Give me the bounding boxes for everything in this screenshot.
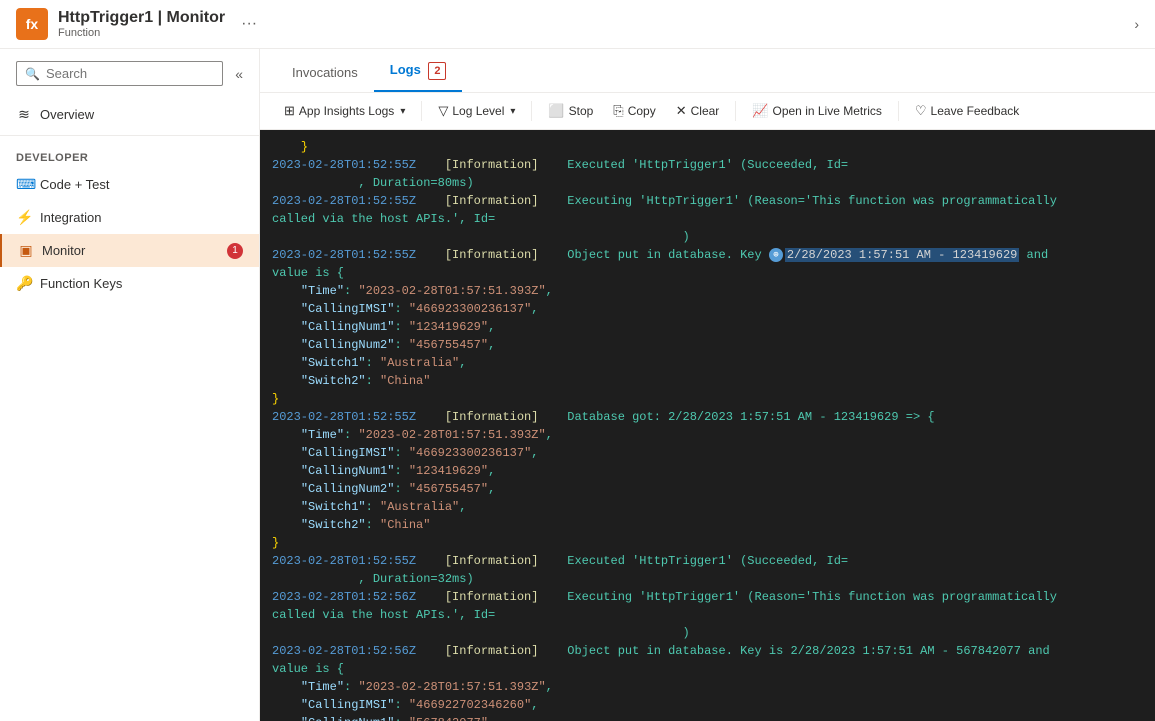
main-layout: 🔍 « ≋ Overview Developer ⌨ Code + Test ⚡… — [0, 49, 1155, 721]
log-line: "CallingIMSI": "466923300236137", — [272, 300, 1143, 318]
app-insights-icon: ⊞ — [284, 103, 295, 119]
sidebar-section-developer: Developer — [0, 140, 259, 168]
leave-feedback-button[interactable]: ♡ Leave Feedback — [907, 99, 1027, 123]
log-line: "Time": "2023-02-28T01:57:51.393Z", — [272, 426, 1143, 444]
clear-icon: ✕ — [676, 103, 687, 119]
toolbar-separator-1 — [421, 101, 422, 121]
function-keys-icon: 🔑 — [16, 275, 32, 292]
monitor-icon: ▣ — [18, 242, 34, 259]
log-line: } — [272, 138, 1143, 156]
search-input[interactable] — [46, 66, 214, 81]
log-line: } — [272, 390, 1143, 408]
log-line: 2023-02-28T01:52:55Z [Information] Execu… — [272, 156, 1143, 174]
sidebar-item-label: Monitor — [42, 243, 85, 258]
search-area: 🔍 « — [0, 49, 259, 98]
search-icon: 🔍 — [25, 67, 40, 81]
log-line: } — [272, 534, 1143, 552]
app-insights-logs-button[interactable]: ⊞ App Insights Logs — [276, 99, 413, 123]
metrics-icon: 📈 — [752, 103, 768, 119]
page-subtitle: Function — [58, 27, 225, 39]
log-line: "CallingNum1": "567842077", — [272, 714, 1143, 721]
logs-badge: 2 — [428, 62, 446, 80]
log-line: "CallingNum2": "456755457", — [272, 480, 1143, 498]
monitor-badge: 1 — [227, 243, 243, 259]
feedback-icon: ♡ — [915, 103, 927, 119]
log-line: value is { — [272, 264, 1143, 282]
overview-icon: ≋ — [16, 106, 32, 123]
toolbar-separator-4 — [898, 101, 899, 121]
log-line: "CallingIMSI": "466922702346260", — [272, 696, 1143, 714]
app-icon: fx — [16, 8, 48, 40]
sidebar-item-function-keys[interactable]: 🔑 Function Keys — [0, 267, 259, 300]
header-ellipsis-icon[interactable]: ··· — [241, 15, 257, 33]
stop-icon: ⬜ — [548, 103, 564, 119]
log-line: "CallingNum1": "123419629", — [272, 462, 1143, 480]
tabs-bar: Invocations Logs 2 — [260, 49, 1155, 93]
toolbar-separator-2 — [531, 101, 532, 121]
collapse-sidebar-icon[interactable]: « — [235, 66, 243, 82]
header-title-group: HttpTrigger1 | Monitor Function — [58, 9, 225, 39]
filter-icon: ▽ — [438, 103, 448, 119]
sidebar-item-code-test[interactable]: ⌨ Code + Test — [0, 168, 259, 201]
log-line: ) — [272, 624, 1143, 642]
sidebar-item-monitor[interactable]: ▣ Monitor 1 — [0, 234, 259, 267]
log-line: "Switch2": "China" — [272, 372, 1143, 390]
log-line: "CallingNum2": "456755457", — [272, 336, 1143, 354]
log-line: 2023-02-28T01:52:55Z [Information] Execu… — [272, 192, 1143, 210]
log-line: "CallingIMSI": "466923300236137", — [272, 444, 1143, 462]
tab-logs[interactable]: Logs 2 — [374, 52, 463, 92]
log-level-button[interactable]: ▽ Log Level — [430, 99, 523, 123]
sidebar-item-integration[interactable]: ⚡ Integration — [0, 201, 259, 234]
content-area: Invocations Logs 2 ⊞ App Insights Logs ▽… — [260, 49, 1155, 721]
toolbar-separator-3 — [735, 101, 736, 121]
log-line: , Duration=32ms) — [272, 570, 1143, 588]
sidebar-item-label: Overview — [40, 107, 94, 122]
sidebar-item-label: Function Keys — [40, 276, 122, 291]
log-line: value is { — [272, 660, 1143, 678]
log-line: called via the host APIs.', Id= — [272, 606, 1143, 624]
sidebar-divider — [0, 135, 259, 136]
toolbar: ⊞ App Insights Logs ▽ Log Level ⬜ Stop ⎘… — [260, 93, 1155, 130]
clear-button[interactable]: ✕ Clear — [668, 99, 728, 123]
sidebar-item-overview[interactable]: ≋ Overview — [0, 98, 259, 131]
log-line: , Duration=80ms) — [272, 174, 1143, 192]
copy-icon: ⎘ — [613, 103, 623, 119]
log-line: "CallingNum1": "123419629", — [272, 318, 1143, 336]
code-icon: ⌨ — [16, 176, 32, 193]
header-expand-icon[interactable]: › — [1134, 16, 1139, 32]
top-header: fx HttpTrigger1 | Monitor Function ··· › — [0, 0, 1155, 49]
log-line-highlight: 2023-02-28T01:52:55Z [Information] Objec… — [272, 246, 1143, 264]
log-console[interactable]: } 2023-02-28T01:52:55Z [Information] Exe… — [260, 130, 1155, 721]
sidebar-item-label: Integration — [40, 210, 101, 225]
log-line: "Time": "2023-02-28T01:57:51.393Z", — [272, 678, 1143, 696]
log-line: 2023-02-28T01:52:55Z [Information] Execu… — [272, 552, 1143, 570]
sidebar-item-label: Code + Test — [40, 177, 110, 192]
page-title: HttpTrigger1 | Monitor — [58, 9, 225, 27]
open-live-metrics-button[interactable]: 📈 Open in Live Metrics — [744, 99, 890, 123]
sidebar: 🔍 « ≋ Overview Developer ⌨ Code + Test ⚡… — [0, 49, 260, 721]
integration-icon: ⚡ — [16, 209, 32, 226]
log-line: called via the host APIs.', Id= — [272, 210, 1143, 228]
log-line: "Switch1": "Australia", — [272, 354, 1143, 372]
log-line: 2023-02-28T01:52:56Z [Information] Execu… — [272, 588, 1143, 606]
copy-button[interactable]: ⎘ Copy — [605, 99, 663, 123]
tab-invocations[interactable]: Invocations — [276, 55, 374, 92]
log-line: "Switch1": "Australia", — [272, 498, 1143, 516]
log-line: 2023-02-28T01:52:55Z [Information] Datab… — [272, 408, 1143, 426]
stop-button[interactable]: ⬜ Stop — [540, 99, 601, 123]
search-box[interactable]: 🔍 — [16, 61, 223, 86]
log-line: ) — [272, 228, 1143, 246]
log-line: 2023-02-28T01:52:56Z [Information] Objec… — [272, 642, 1143, 660]
log-line: "Time": "2023-02-28T01:57:51.393Z", — [272, 282, 1143, 300]
log-line: "Switch2": "China" — [272, 516, 1143, 534]
